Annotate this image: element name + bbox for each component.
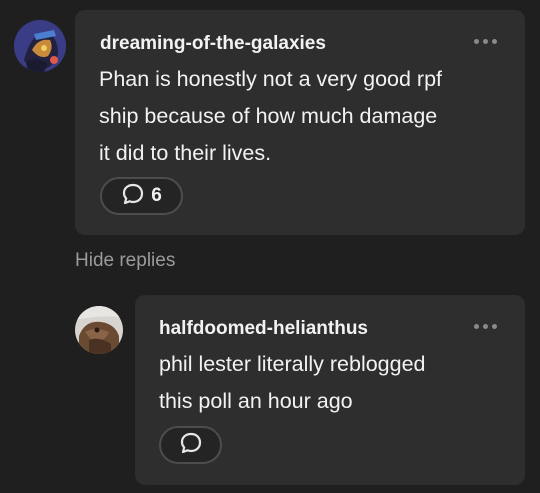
comment-card: dreaming-of-the-galaxies Phan is honestl…: [75, 10, 525, 235]
reply-card: halfdoomed-helianthus phil lester litera…: [135, 295, 525, 485]
reply-button[interactable]: 6: [100, 177, 183, 215]
reply-button[interactable]: [159, 426, 222, 464]
avatar[interactable]: [14, 20, 66, 72]
hide-replies-link[interactable]: Hide replies: [75, 250, 175, 272]
comment-username[interactable]: dreaming-of-the-galaxies: [100, 33, 326, 55]
reply-text: phil lester literally reblogged this pol…: [159, 346, 426, 420]
comment-text-line: Phan is honestly not a very good rpf: [99, 67, 443, 91]
more-dots-icon[interactable]: [474, 39, 497, 44]
comment-text: Phan is honestly not a very good rpf shi…: [99, 61, 442, 172]
reply-text-line: this poll an hour ago: [159, 389, 353, 413]
reply-text-line: phil lester literally reblogged: [159, 352, 426, 376]
speech-bubble-icon: [179, 431, 203, 460]
comment-text-line: ship because of how much damage: [99, 104, 438, 128]
more-dots-icon[interactable]: [474, 324, 497, 329]
comment-text-line: it did to their lives.: [99, 141, 272, 165]
reply-count: 6: [151, 185, 162, 206]
reply-username[interactable]: halfdoomed-helianthus: [159, 318, 368, 340]
comment-thread: dreaming-of-the-galaxies Phan is honestl…: [0, 0, 540, 493]
speech-bubble-icon: [121, 182, 145, 211]
avatar[interactable]: [75, 306, 123, 354]
